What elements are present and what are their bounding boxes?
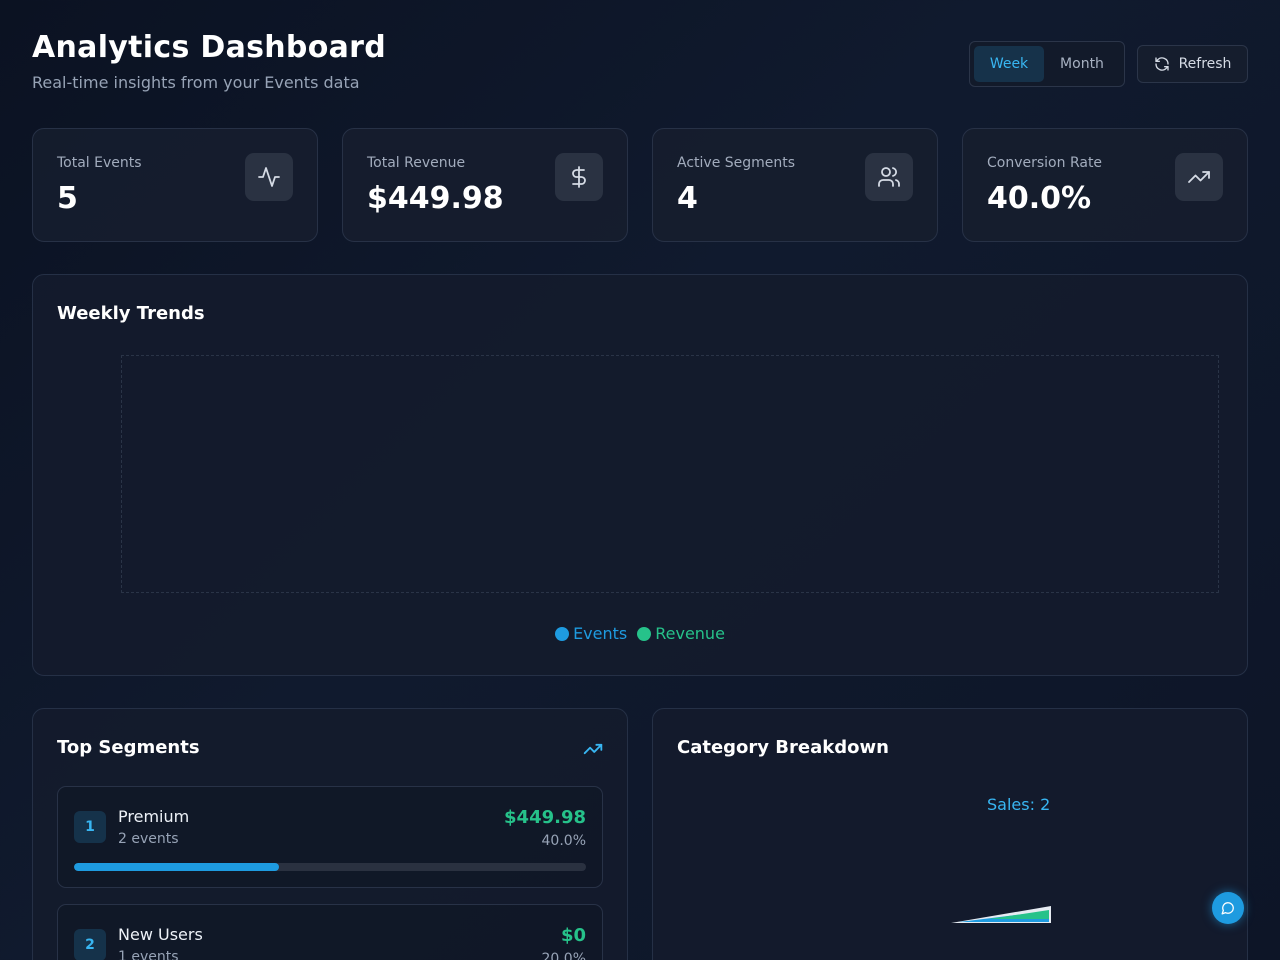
legend-item-revenue[interactable]: Revenue <box>637 624 725 643</box>
segment-item[interactable]: 2 New Users 1 events $0 20.0% <box>57 904 603 960</box>
trends-plot-area <box>121 355 1219 593</box>
stat-value: 4 <box>677 181 698 216</box>
segment-name: New Users <box>118 925 203 944</box>
segment-events: 1 events <box>118 949 179 960</box>
segment-progress-bar <box>74 863 586 871</box>
segment-revenue: $0 <box>560 925 586 946</box>
legend-item-events[interactable]: Events <box>555 624 627 643</box>
segment-name: Premium <box>118 807 190 826</box>
stat-value: 40.0% <box>987 181 1092 216</box>
panel-title: Top Segments <box>57 737 200 758</box>
stat-label: Active Segments <box>677 155 796 171</box>
users-icon <box>865 153 913 201</box>
legend-label: Revenue <box>655 624 725 643</box>
legend-dot <box>637 626 652 641</box>
activity-icon <box>245 153 293 201</box>
category-chart <box>951 906 1051 923</box>
dollar-icon <box>555 153 603 201</box>
segment-progress-fill <box>74 863 279 871</box>
segment-events: 2 events <box>118 831 179 847</box>
trends-legend: Events Revenue <box>33 624 1247 643</box>
page-subtitle: Real-time insights from your Events data <box>32 73 360 92</box>
legend-label: Events <box>573 624 628 643</box>
refresh-icon <box>1154 57 1169 71</box>
period-toggle: Week Month <box>969 41 1125 87</box>
trending-up-icon <box>583 743 603 755</box>
segment-rank: 2 <box>74 929 106 960</box>
stat-value: $449.98 <box>367 181 504 216</box>
segment-revenue: $449.98 <box>504 807 586 828</box>
refresh-button[interactable]: Refresh <box>1137 45 1248 83</box>
stat-label: Conversion Rate <box>987 155 1103 171</box>
legend-dot <box>555 626 570 641</box>
segment-percent: 20.0% <box>541 951 586 960</box>
stat-card-total-revenue: Total Revenue $449.98 <box>342 128 628 242</box>
page-title: Analytics Dashboard <box>32 30 387 65</box>
segment-percent: 40.0% <box>541 833 586 849</box>
trending-up-icon <box>1175 153 1223 201</box>
month-button[interactable]: Month <box>1044 46 1120 82</box>
chat-button[interactable] <box>1212 892 1244 924</box>
stat-value: 5 <box>57 181 78 216</box>
weekly-trends-panel: Weekly Trends Events Revenue <box>32 274 1248 676</box>
stat-label: Total Events <box>57 155 142 171</box>
category-breakdown-panel: Category Breakdown Sales: 2 <box>652 708 1248 960</box>
category-slice-label: Sales: 2 <box>987 795 1051 814</box>
week-button[interactable]: Week <box>974 46 1044 82</box>
top-segments-panel: Top Segments 1 Premium 2 events $449.98 … <box>32 708 628 960</box>
segment-item[interactable]: 1 Premium 2 events $449.98 40.0% <box>57 786 603 888</box>
stat-card-total-events: Total Events 5 <box>32 128 318 242</box>
segment-rank: 1 <box>74 811 106 843</box>
stat-label: Total Revenue <box>367 155 466 171</box>
panel-title: Category Breakdown <box>677 737 889 758</box>
page-header: Analytics Dashboard Real-time insights f… <box>32 30 386 92</box>
chat-icon <box>1221 902 1234 915</box>
stat-card-active-segments: Active Segments 4 <box>652 128 938 242</box>
panel-title: Weekly Trends <box>57 303 205 324</box>
refresh-label: Refresh <box>1178 56 1232 72</box>
stat-card-conversion-rate: Conversion Rate 40.0% <box>962 128 1248 242</box>
